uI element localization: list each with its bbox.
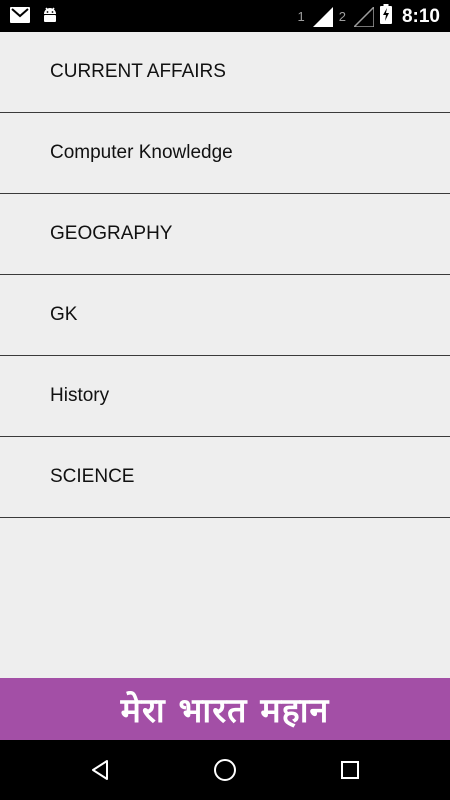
- android-debug-icon: [42, 6, 58, 29]
- list-item[interactable]: CURRENT AFFAIRS: [0, 32, 450, 113]
- banner-text: मेरा भारत महान: [120, 691, 330, 731]
- navigation-bar: [0, 740, 450, 800]
- recents-icon[interactable]: [336, 756, 364, 784]
- system-icons: 1 2 8:10: [297, 4, 440, 29]
- back-icon[interactable]: [86, 756, 114, 784]
- notification-icons: [10, 6, 58, 29]
- gmail-icon: [10, 7, 30, 28]
- signal-icon: [353, 6, 374, 27]
- battery-charging-icon: [379, 4, 392, 29]
- status-bar: 1 2 8:10: [0, 0, 450, 32]
- category-list: CURRENT AFFAIRS Computer Knowledge GEOGR…: [0, 32, 450, 518]
- home-icon[interactable]: [211, 756, 239, 784]
- signal-icon: [312, 6, 333, 27]
- list-item[interactable]: Computer Knowledge: [0, 113, 450, 194]
- sim1-label: 1: [297, 9, 305, 24]
- list-item[interactable]: History: [0, 356, 450, 437]
- banner-ad[interactable]: मेरा भारत महान: [0, 678, 450, 740]
- sim2-label: 2: [338, 9, 346, 24]
- list-item[interactable]: SCIENCE: [0, 437, 450, 518]
- clock: 8:10: [401, 5, 440, 27]
- list-item[interactable]: GEOGRAPHY: [0, 194, 450, 275]
- list-item[interactable]: GK: [0, 275, 450, 356]
